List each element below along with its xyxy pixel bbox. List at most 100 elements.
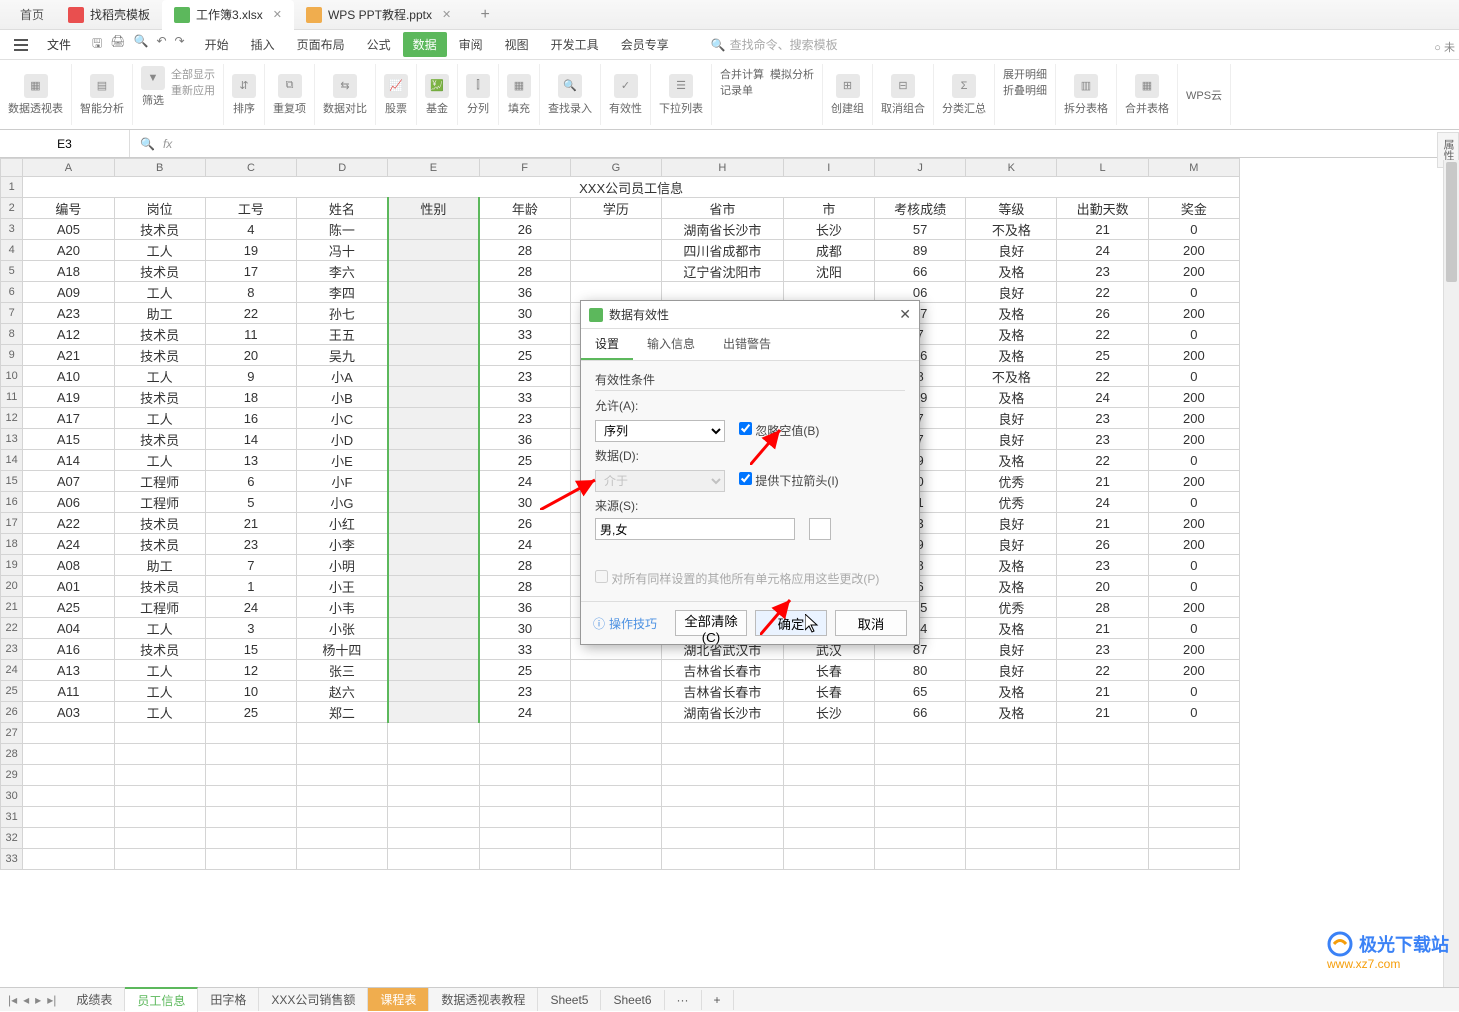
cell[interactable]: 良好	[966, 660, 1057, 681]
cell[interactable]: 33	[479, 387, 570, 408]
cell[interactable]: 四川省成都市	[662, 240, 784, 261]
cell[interactable]: A14	[23, 450, 114, 471]
top-tab-ppt[interactable]: WPS PPT教程.pptx✕	[294, 0, 463, 30]
cell[interactable]: 28	[1057, 597, 1148, 618]
cell[interactable]: 66	[874, 702, 965, 723]
cell[interactable]	[388, 471, 479, 492]
cell[interactable]	[570, 240, 661, 261]
name-box[interactable]	[0, 130, 130, 157]
cell[interactable]	[783, 807, 874, 828]
col-header[interactable]: C	[205, 159, 296, 177]
cell[interactable]: 工人	[114, 408, 205, 429]
cell[interactable]	[1148, 723, 1239, 744]
command-search[interactable]: 🔍 查找命令、搜索模板	[711, 36, 838, 53]
cell[interactable]	[205, 849, 296, 870]
cell[interactable]: 工程师	[114, 471, 205, 492]
fx-icon[interactable]: fx	[163, 137, 172, 151]
cell[interactable]: 200	[1148, 639, 1239, 660]
add-tab-icon[interactable]: +	[475, 5, 495, 25]
menu-data[interactable]: 数据	[403, 32, 447, 57]
cell[interactable]: 28	[479, 261, 570, 282]
cell[interactable]: 小红	[297, 513, 388, 534]
cell[interactable]: 28	[479, 576, 570, 597]
row-header[interactable]: 20	[1, 576, 23, 597]
subtotal-button[interactable]: Σ分类汇总	[934, 64, 995, 125]
cell[interactable]	[570, 261, 661, 282]
cell[interactable]	[479, 765, 570, 786]
cell[interactable]	[205, 786, 296, 807]
cell[interactable]: 200	[1148, 429, 1239, 450]
cell[interactable]: A21	[23, 345, 114, 366]
cell[interactable]: 1	[205, 576, 296, 597]
cell[interactable]: 市	[783, 198, 874, 219]
cell[interactable]	[662, 723, 784, 744]
cell[interactable]: A10	[23, 366, 114, 387]
row-header[interactable]: 9	[1, 345, 23, 366]
cell[interactable]: 良好	[966, 639, 1057, 660]
cell[interactable]: 23	[479, 366, 570, 387]
cell[interactable]	[783, 765, 874, 786]
row-header[interactable]: 27	[1, 723, 23, 744]
cell[interactable]	[388, 261, 479, 282]
cell[interactable]	[388, 639, 479, 660]
cell[interactable]: 冯十	[297, 240, 388, 261]
cell[interactable]: A11	[23, 681, 114, 702]
cell[interactable]	[570, 807, 661, 828]
cell[interactable]: 23	[205, 534, 296, 555]
range-selector-icon[interactable]	[809, 518, 831, 540]
cell[interactable]: 0	[1148, 219, 1239, 240]
cell[interactable]: 15	[205, 639, 296, 660]
dropdown-list-button[interactable]: ☰下拉列表	[651, 64, 712, 125]
cell[interactable]: 24	[479, 471, 570, 492]
cell[interactable]	[570, 681, 661, 702]
cell[interactable]: 200	[1148, 240, 1239, 261]
cell[interactable]	[966, 786, 1057, 807]
cell[interactable]: 技术员	[114, 387, 205, 408]
cell[interactable]	[479, 723, 570, 744]
cell[interactable]: A04	[23, 618, 114, 639]
close-icon[interactable]: ✕	[442, 8, 451, 21]
cell[interactable]	[388, 786, 479, 807]
cell[interactable]: 80	[874, 660, 965, 681]
row-header[interactable]: 1	[1, 177, 23, 198]
cell[interactable]	[1057, 786, 1148, 807]
cell[interactable]: 长沙	[783, 219, 874, 240]
tips-link[interactable]: ⓘ 操作技巧	[593, 615, 657, 632]
cell[interactable]: 22	[1057, 660, 1148, 681]
cell[interactable]: 成都	[783, 240, 874, 261]
cell[interactable]: A19	[23, 387, 114, 408]
cell[interactable]: 30	[479, 303, 570, 324]
cell[interactable]	[783, 786, 874, 807]
cell[interactable]	[114, 786, 205, 807]
cell[interactable]	[570, 219, 661, 240]
cell[interactable]: 及格	[966, 387, 1057, 408]
cell[interactable]: 200	[1148, 597, 1239, 618]
cell[interactable]: 吴九	[297, 345, 388, 366]
cell[interactable]: 小明	[297, 555, 388, 576]
cell[interactable]: 工人	[114, 450, 205, 471]
cell[interactable]: 0	[1148, 492, 1239, 513]
cell[interactable]	[388, 534, 479, 555]
cell[interactable]: 24	[479, 702, 570, 723]
cell[interactable]: 小张	[297, 618, 388, 639]
cell[interactable]: 26	[1057, 534, 1148, 555]
cell[interactable]: A24	[23, 534, 114, 555]
cell[interactable]: 考核成绩	[874, 198, 965, 219]
cell[interactable]: 及格	[966, 303, 1057, 324]
cell[interactable]: 郑二	[297, 702, 388, 723]
cell[interactable]: 20	[1057, 576, 1148, 597]
cell[interactable]: 28	[479, 240, 570, 261]
apply-all-checkbox[interactable]: 对所有同样设置的其他所有单元格应用这些更改(P)	[595, 570, 905, 587]
cell[interactable]: 21	[1057, 618, 1148, 639]
dialog-close-icon[interactable]: ✕	[899, 306, 911, 323]
cell[interactable]: 工程师	[114, 597, 205, 618]
cell[interactable]	[23, 828, 114, 849]
cell[interactable]: 26	[479, 219, 570, 240]
cell[interactable]	[388, 492, 479, 513]
cell[interactable]: 200	[1148, 303, 1239, 324]
col-header[interactable]: D	[297, 159, 388, 177]
wps-cloud-button[interactable]: WPS云	[1178, 64, 1231, 125]
row-header[interactable]: 3	[1, 219, 23, 240]
cell[interactable]: 优秀	[966, 597, 1057, 618]
cell[interactable]: 技术员	[114, 324, 205, 345]
